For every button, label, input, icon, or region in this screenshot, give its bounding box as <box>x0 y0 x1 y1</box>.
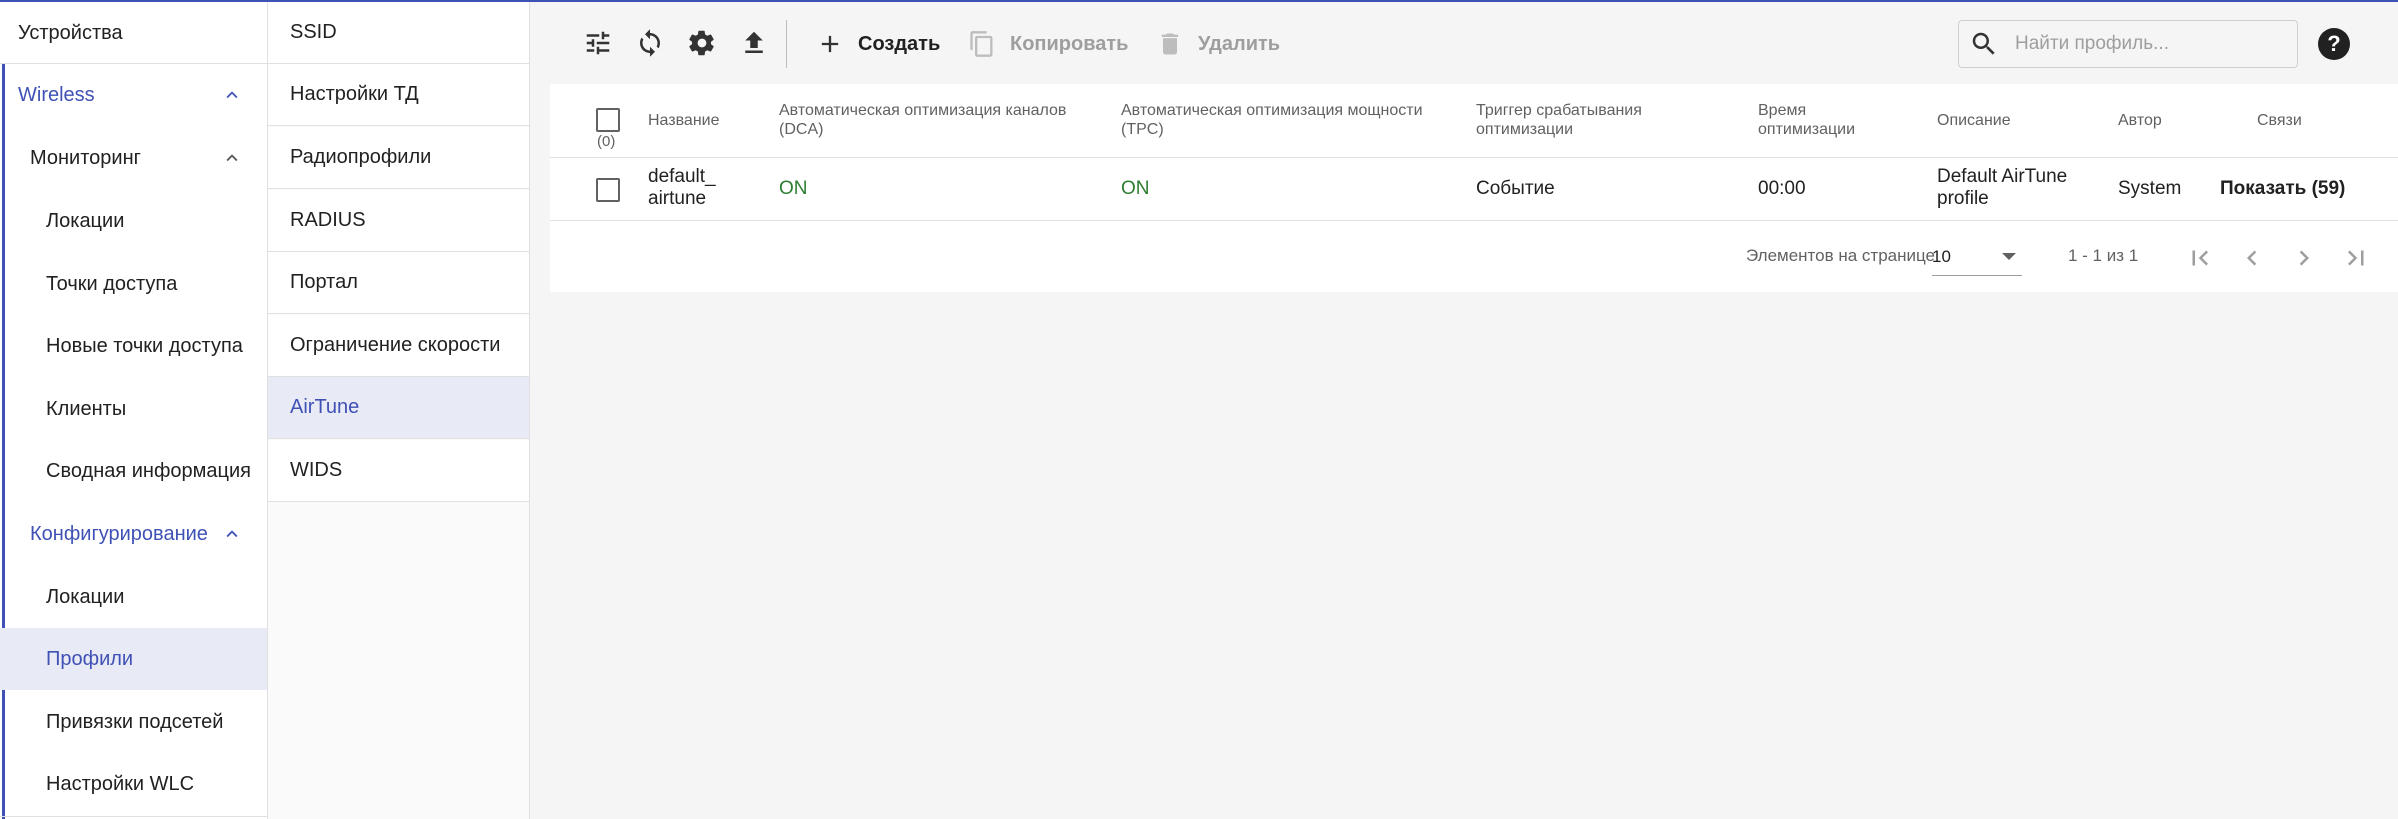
cell-description: Default AirTune profile <box>1937 166 2068 209</box>
column-header-name[interactable]: Название <box>648 111 720 130</box>
cell-trigger: Событие <box>1476 178 1555 199</box>
delete-button[interactable]: Удалить <box>1156 22 1280 66</box>
next-page-icon[interactable] <box>2286 240 2322 276</box>
sidebar-item-wlc-settings[interactable]: Настройки WLC <box>0 753 267 815</box>
page-range: 1 - 1 из 1 <box>2068 246 2139 265</box>
sidebar-item-wireless[interactable]: Wireless <box>0 64 267 126</box>
sidebar-item-label: Устройства <box>18 21 123 44</box>
sidebar-item-label: Сводная информация <box>46 459 251 482</box>
first-page-icon[interactable] <box>2182 240 2218 276</box>
trash-icon <box>1161 33 1179 55</box>
profiles-sidebar: SSID Настройки ТД Радиопрофили RADIUS По… <box>268 2 530 819</box>
sidebar-item-profiles[interactable]: Профили <box>0 628 267 690</box>
profile-type-radius[interactable]: RADIUS <box>268 190 529 252</box>
delete-button-label: Удалить <box>1198 32 1281 55</box>
column-header-description[interactable]: Описание <box>1937 111 2011 130</box>
cell-author: System <box>2118 178 2182 199</box>
profile-type-portal[interactable]: Портал <box>268 252 529 314</box>
divider <box>0 816 267 817</box>
sidebar-item-monitoring[interactable]: Мониторинг <box>0 127 267 189</box>
column-header-author[interactable]: Автор <box>2118 111 2162 130</box>
search-box <box>1958 20 2298 68</box>
profile-type-label: Ограничение скорости <box>290 334 501 356</box>
profile-type-wids[interactable]: WIDS <box>268 440 529 502</box>
last-page-icon[interactable] <box>2338 240 2374 276</box>
profile-type-label: SSID <box>290 21 337 43</box>
chevron-up-icon[interactable] <box>220 146 244 170</box>
sidebar-item-devices[interactable]: Устройства <box>0 2 267 64</box>
profile-type-ssid[interactable]: SSID <box>268 2 529 64</box>
refresh-icon[interactable] <box>630 23 670 63</box>
column-header-links: Связи <box>2257 112 2302 129</box>
pagination: Элементов на странице 10 1 - 1 из 1 <box>550 222 2398 292</box>
column-header-tpc[interactable]: Автоматическая оптимизация мощности (TPC… <box>1121 101 1451 139</box>
profile-type-label: RADIUS <box>290 209 366 231</box>
sidebar-item-access-points[interactable]: Точки доступа <box>0 253 267 315</box>
profile-type-airtune[interactable]: AirTune <box>268 377 529 439</box>
items-per-page-label: Элементов на странице <box>1746 246 1936 265</box>
items-per-page-select[interactable]: 10 <box>1932 238 2022 276</box>
profile-type-ap-settings[interactable]: Настройки ТД <box>268 64 529 126</box>
sidebar-item-label: Локации <box>46 585 125 608</box>
cell-dca-status: ON <box>779 178 808 199</box>
sidebar-item-monitoring-locations[interactable]: Локации <box>0 190 267 252</box>
profile-type-label: AirTune <box>290 396 360 418</box>
sidebar-item-label: Конфигурирование <box>30 522 208 545</box>
toolbar-divider <box>786 20 787 68</box>
sidebar-item-label: Локации <box>46 209 125 232</box>
sidebar-item-config-locations[interactable]: Локации <box>0 566 267 628</box>
profile-type-label: Радиопрофили <box>290 146 432 168</box>
plus-icon <box>821 35 839 53</box>
sidebar-item-configuration[interactable]: Конфигурирование <box>0 503 267 565</box>
tune-icon[interactable] <box>578 23 618 63</box>
profile-type-label: Портал <box>290 271 358 293</box>
help-icon[interactable]: ? <box>2318 28 2350 60</box>
primary-sidebar: Устройства Wireless Мониторинг Локации Т… <box>0 2 268 819</box>
cell-name: default_ airtune <box>648 166 716 209</box>
sidebar-item-label: Профили <box>46 647 134 670</box>
settings-icon[interactable] <box>682 23 722 63</box>
cell-tpc-status: ON <box>1121 178 1150 199</box>
chevron-up-icon[interactable] <box>220 522 244 546</box>
column-header-trigger[interactable]: Триггер срабатывания оптимизации <box>1476 101 1686 139</box>
search-input[interactable] <box>2015 33 2285 55</box>
copy-button[interactable]: Копировать <box>968 22 1128 66</box>
items-per-page-value: 10 <box>1932 246 1951 266</box>
upload-icon[interactable] <box>734 23 774 63</box>
profile-type-radio[interactable]: Радиопрофили <box>268 127 529 189</box>
table-header: (0) Название Автоматическая оптимизация … <box>550 84 2398 158</box>
copy-icon <box>970 31 993 57</box>
sidebar-item-label: Точки доступа <box>46 272 178 295</box>
sidebar-item-subnet-bindings[interactable]: Привязки подсетей <box>0 691 267 753</box>
profile-type-rate-limit[interactable]: Ограничение скорости <box>268 315 529 377</box>
chevron-up-icon[interactable] <box>220 83 244 107</box>
create-button[interactable]: Создать <box>816 22 940 66</box>
previous-page-icon[interactable] <box>2234 240 2270 276</box>
sidebar-item-label: Настройки WLC <box>46 772 195 795</box>
column-header-time[interactable]: Время оптимизации <box>1758 101 1868 139</box>
selected-count: (0) <box>597 133 616 150</box>
sidebar-item-label: Wireless <box>18 83 95 106</box>
sidebar-item-new-access-points[interactable]: Новые точки доступа <box>0 315 267 377</box>
sidebar-item-label: Привязки подсетей <box>46 710 224 733</box>
table-row[interactable]: default_ airtune ON ON Событие 00:00 Def… <box>550 158 2398 221</box>
sidebar-item-label: Мониторинг <box>30 146 141 169</box>
row-checkbox[interactable] <box>596 178 620 202</box>
sidebar-item-label: Клиенты <box>46 397 127 420</box>
dropdown-arrow-icon <box>2002 253 2016 260</box>
sidebar-item-clients[interactable]: Клиенты <box>0 378 267 440</box>
column-header-dca[interactable]: Автоматическая оптимизация каналов (DCA) <box>779 101 1109 139</box>
copy-button-label: Копировать <box>1010 32 1129 55</box>
toolbar: Создать Копировать Удалить ? <box>550 2 2398 84</box>
create-button-label: Создать <box>858 32 941 55</box>
sidebar-item-summary[interactable]: Сводная информация <box>0 440 267 502</box>
select-all-checkbox[interactable] <box>596 108 620 132</box>
profiles-table: (0) Название Автоматическая оптимизация … <box>550 84 2398 292</box>
search-icon <box>1972 32 1995 55</box>
sidebar-item-label: Новые точки доступа <box>46 334 243 357</box>
show-links-button[interactable]: Показать (59) <box>2220 178 2345 200</box>
profile-type-label: Настройки ТД <box>290 83 419 105</box>
profile-type-label: WIDS <box>290 459 343 481</box>
cell-time: 00:00 <box>1758 178 1806 199</box>
